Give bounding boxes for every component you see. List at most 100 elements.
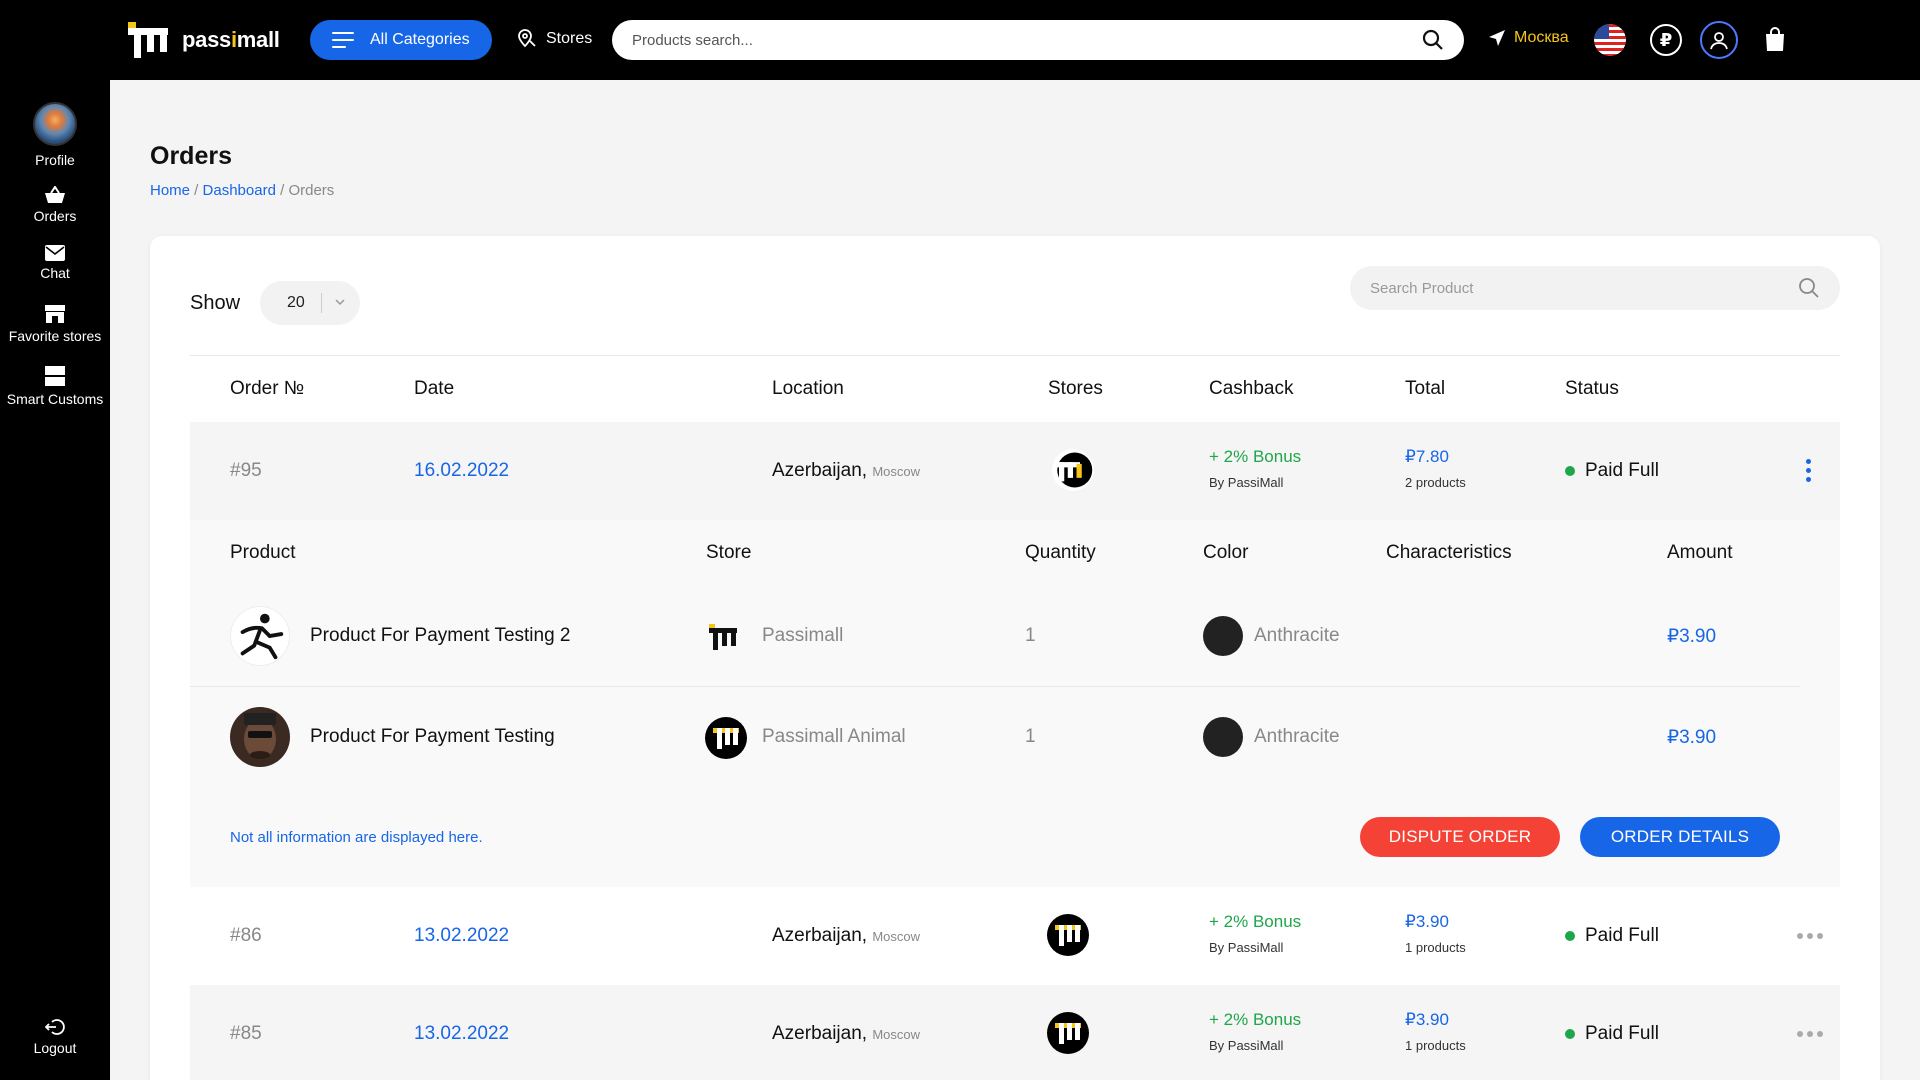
store-logo[interactable]	[705, 717, 747, 759]
sidebar-item-favorite-stores[interactable]: Favorite stores	[0, 304, 110, 344]
breadcrumb-current: Orders	[288, 182, 335, 199]
stores-label: Stores	[546, 30, 593, 47]
product-name[interactable]: Product For Payment Testing	[310, 726, 555, 748]
logout-icon	[45, 1019, 65, 1035]
order-number[interactable]: #86	[230, 925, 262, 947]
passimall-store-logo-icon	[1055, 452, 1093, 488]
item-store-name[interactable]: Passimall	[762, 625, 843, 647]
customs-icon	[45, 366, 65, 386]
avatar	[33, 102, 77, 146]
product-search-input[interactable]	[632, 31, 1422, 49]
shopping-bag-icon[interactable]	[1764, 26, 1786, 52]
breadcrumb-home[interactable]: Home	[150, 182, 190, 199]
item-quantity: 1	[1025, 625, 1036, 646]
chevron-down-icon	[335, 299, 345, 306]
sidebar-item-label: Smart Customs	[6, 391, 104, 407]
sidebar: Profile Orders Chat Favorite stores Smar…	[0, 80, 110, 1080]
sidebar-item-smart-customs[interactable]: Smart Customs	[0, 365, 110, 407]
cashback-cell: + 2% Bonus By PassiMall	[1209, 912, 1302, 955]
city-label: Москва	[1514, 29, 1569, 46]
breadcrumb: Home / Dashboard / Orders	[150, 182, 335, 199]
order-location: Azerbaijan, Moscow	[772, 1023, 921, 1044]
logo[interactable]: passimall	[128, 20, 280, 60]
detail-header-store: Store	[706, 542, 752, 563]
col-header-stores[interactable]: Stores	[1048, 378, 1103, 400]
more-horizontal-icon[interactable]	[1797, 933, 1823, 939]
store-logo[interactable]	[1052, 449, 1094, 491]
order-number[interactable]: #95	[230, 460, 262, 482]
col-header-status[interactable]: Status	[1565, 378, 1619, 400]
divider	[190, 686, 1800, 687]
order-product-search	[1350, 266, 1840, 310]
product-image[interactable]	[230, 707, 290, 767]
envelope-icon	[45, 245, 65, 261]
item-quantity: 1	[1025, 726, 1036, 747]
currency-icon[interactable]: ₽	[1650, 24, 1682, 56]
all-categories-label: All Categories	[370, 31, 470, 48]
breadcrumb-dashboard[interactable]: Dashboard	[203, 182, 276, 199]
menu-icon	[332, 32, 354, 48]
passimall-store-logo-icon	[709, 624, 737, 650]
col-header-order[interactable]: Order №	[230, 378, 304, 400]
page-size-select[interactable]: 20	[260, 281, 360, 325]
top-bar: passimall All Categories Stores Москва ₽	[0, 0, 1920, 80]
item-amount: ₽3.90	[1667, 626, 1717, 647]
status-badge: Paid Full	[1565, 925, 1659, 947]
us-flag-icon[interactable]	[1594, 24, 1626, 56]
col-header-cashback[interactable]: Cashback	[1209, 378, 1294, 400]
logo-mark-icon	[128, 22, 168, 58]
order-date: 13.02.2022	[414, 1023, 510, 1044]
order-number[interactable]: #85	[230, 1023, 262, 1045]
user-icon	[1710, 32, 1728, 50]
total-cell: ₽3.90 1 products	[1405, 1010, 1466, 1053]
detail-header-characteristics: Characteristics	[1386, 542, 1512, 563]
store-icon	[45, 305, 65, 323]
user-account-button[interactable]	[1700, 21, 1738, 59]
dispute-order-button[interactable]: DISPUTE ORDER	[1360, 817, 1560, 857]
total-cell: ₽7.80 2 products	[1405, 447, 1466, 490]
page-title: Orders	[150, 142, 232, 170]
color-swatch	[1203, 616, 1243, 656]
col-header-date[interactable]: Date	[414, 378, 454, 400]
sidebar-item-profile[interactable]: Profile	[0, 102, 110, 168]
info-note: Not all information are displayed here.	[230, 829, 483, 846]
passimall-animal-store-logo-icon	[1055, 1023, 1081, 1044]
search-icon[interactable]	[1422, 29, 1444, 51]
sidebar-item-label: Favorite stores	[8, 328, 102, 344]
sidebar-item-chat[interactable]: Chat	[0, 245, 110, 281]
store-logo[interactable]	[1047, 914, 1089, 956]
order-product-search-input[interactable]	[1370, 279, 1798, 297]
city-selector[interactable]: Москва	[1488, 29, 1569, 47]
detail-header-product: Product	[230, 542, 296, 563]
product-name[interactable]: Product For Payment Testing 2	[310, 625, 571, 647]
col-header-location[interactable]: Location	[772, 378, 844, 400]
detail-header-quantity: Quantity	[1025, 542, 1096, 563]
total-cell: ₽3.90 1 products	[1405, 912, 1466, 955]
order-details-button[interactable]: ORDER DETAILS	[1580, 817, 1780, 857]
product-search-bar	[612, 20, 1464, 60]
col-header-total[interactable]: Total	[1405, 378, 1445, 400]
color-swatch	[1203, 717, 1243, 757]
detail-header-amount: Amount	[1667, 542, 1733, 563]
item-color: Anthracite	[1254, 625, 1340, 646]
more-vertical-icon[interactable]	[1806, 459, 1812, 482]
show-label: Show	[190, 292, 241, 314]
search-icon[interactable]	[1798, 277, 1820, 299]
more-horizontal-icon[interactable]	[1797, 1031, 1823, 1037]
logout-button[interactable]: Logout	[0, 1018, 110, 1056]
item-color: Anthracite	[1254, 726, 1340, 747]
store-logo[interactable]	[1047, 1012, 1089, 1054]
sidebar-item-label: Orders	[33, 208, 77, 224]
sidebar-item-orders[interactable]: Orders	[0, 186, 110, 224]
cashback-cell: + 2% Bonus By PassiMall	[1209, 447, 1302, 490]
passimall-animal-store-logo-icon	[713, 728, 739, 749]
order-location: Azerbaijan, Moscow	[772, 925, 921, 946]
stores-link[interactable]: Stores	[516, 28, 592, 50]
all-categories-button[interactable]: All Categories	[310, 20, 492, 60]
product-image[interactable]	[230, 606, 290, 666]
sidebar-item-label: Chat	[40, 265, 70, 281]
item-store-name[interactable]: Passimall Animal	[762, 726, 906, 748]
cashback-cell: + 2% Bonus By PassiMall	[1209, 1010, 1302, 1053]
status-badge: Paid Full	[1565, 1023, 1659, 1045]
status-badge: Paid Full	[1565, 460, 1659, 482]
